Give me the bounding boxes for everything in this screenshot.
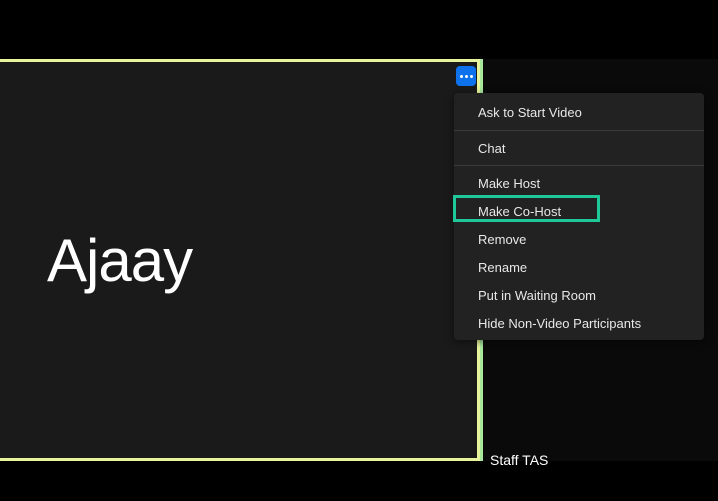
menu-item-hide-nonvideo[interactable]: Hide Non-Video Participants bbox=[454, 309, 704, 337]
menu-item-chat[interactable]: Chat bbox=[454, 134, 704, 162]
participant-name-main: Ajaay bbox=[47, 226, 192, 295]
more-options-button[interactable] bbox=[456, 66, 476, 86]
menu-item-make-cohost[interactable]: Make Co-Host bbox=[454, 197, 704, 225]
menu-item-remove[interactable]: Remove bbox=[454, 225, 704, 253]
more-dots-icon bbox=[460, 75, 473, 78]
menu-item-ask-start-video[interactable]: Ask to Start Video bbox=[454, 96, 704, 127]
participant-context-menu: Ask to Start Video Chat Make Host Make C… bbox=[454, 93, 704, 340]
menu-item-make-host[interactable]: Make Host bbox=[454, 169, 704, 197]
participant-name-secondary: Staff TAS bbox=[490, 452, 548, 468]
menu-item-waiting-room[interactable]: Put in Waiting Room bbox=[454, 281, 704, 309]
menu-item-make-cohost-label: Make Co-Host bbox=[478, 204, 561, 219]
participant-tile-main[interactable]: Ajaay bbox=[0, 59, 480, 461]
menu-item-rename[interactable]: Rename bbox=[454, 253, 704, 281]
